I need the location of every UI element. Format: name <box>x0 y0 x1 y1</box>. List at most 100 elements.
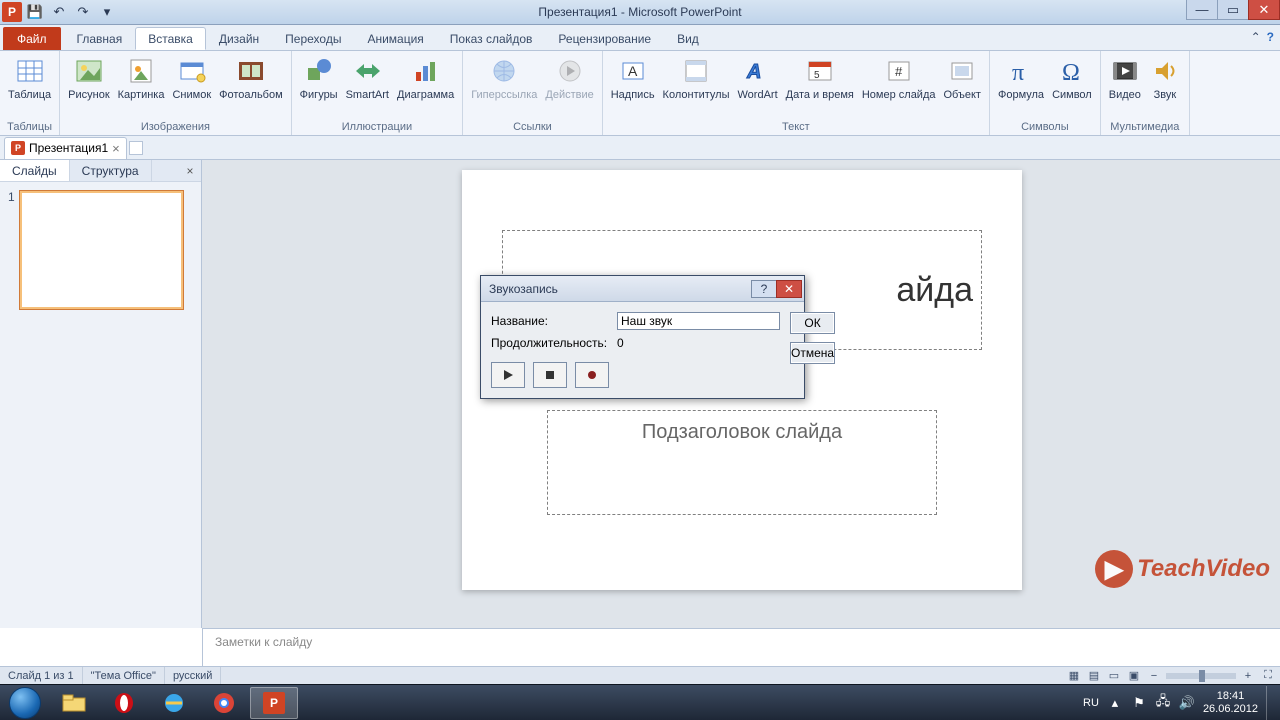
album-button[interactable]: Фотоальбом <box>215 53 287 104</box>
tab-Показ слайдов[interactable]: Показ слайдов <box>437 27 546 50</box>
slides-tab[interactable]: Слайды <box>0 160 70 181</box>
clip-button[interactable]: Картинка <box>114 53 169 104</box>
ribbon-group-label: Текст <box>782 121 810 135</box>
duration-value: 0 <box>617 336 624 350</box>
subtitle-placeholder[interactable]: Подзаголовок слайда <box>547 410 937 515</box>
tab-Рецензирование[interactable]: Рецензирование <box>545 27 664 50</box>
zoom-in-button[interactable]: + <box>1240 669 1256 683</box>
ribbon-group-Мультимедиа: ВидеоЗвукМультимедиа <box>1101 51 1190 135</box>
tab-Дизайн[interactable]: Дизайн <box>206 27 272 50</box>
input-language[interactable]: RU <box>1083 697 1099 709</box>
table-button[interactable]: Таблица <box>4 53 55 104</box>
ribbon-button-label: WordArt <box>738 89 778 102</box>
object-button[interactable]: Объект <box>940 53 985 104</box>
new-document-button[interactable] <box>129 141 143 155</box>
equation-button[interactable]: πФормула <box>994 53 1048 104</box>
action-center-icon[interactable]: ⚑ <box>1131 695 1147 711</box>
ie-taskbar-button[interactable] <box>150 687 198 719</box>
opera-taskbar-button[interactable] <box>100 687 148 719</box>
tab-Переходы[interactable]: Переходы <box>272 27 354 50</box>
explorer-taskbar-button[interactable] <box>50 687 98 719</box>
ribbon-minimize-button[interactable]: ⌃ <box>1251 30 1261 44</box>
tray-chevron-icon[interactable]: ▴ <box>1107 695 1123 711</box>
textbox-button[interactable]: AНадпись <box>607 53 659 104</box>
ribbon-group-Текст: AНадписьКолонтитулыAWordArt5Дата и время… <box>603 51 990 135</box>
close-button[interactable]: ✕ <box>1248 0 1280 20</box>
redo-button[interactable]: ↷ <box>72 2 94 22</box>
wordart-button[interactable]: AWordArt <box>734 53 782 104</box>
start-button[interactable] <box>2 686 48 720</box>
symbol-button[interactable]: ΩСимвол <box>1048 53 1096 104</box>
theme-indicator: "Тема Office" <box>83 667 165 684</box>
ribbon-group-label: Символы <box>1021 121 1069 135</box>
language-indicator[interactable]: русский <box>165 667 221 684</box>
network-icon[interactable]: 🖧 <box>1155 695 1171 711</box>
fit-button[interactable]: ⛶ <box>1260 669 1276 683</box>
cancel-button[interactable]: Отмена <box>790 342 835 364</box>
watermark: ▶TeachVideo <box>1095 550 1270 588</box>
tab-Вид[interactable]: Вид <box>664 27 712 50</box>
file-tab[interactable]: Файл <box>3 27 61 50</box>
headerfooter-button[interactable]: Колонтитулы <box>659 53 734 104</box>
powerpoint-icon: P <box>11 141 25 155</box>
picture-icon <box>73 55 105 87</box>
normal-view-button[interactable]: ▦ <box>1066 669 1082 683</box>
save-button[interactable]: 💾 <box>24 2 46 22</box>
outline-tab[interactable]: Структура <box>70 160 152 181</box>
slidenum-button[interactable]: #Номер слайда <box>858 53 940 104</box>
qat-more-button[interactable]: ▾ <box>96 2 118 22</box>
ok-button[interactable]: ОК <box>790 312 835 334</box>
ribbon-group-Таблицы: Таблица Таблицы <box>0 51 60 135</box>
help-button[interactable]: ? <box>1267 30 1274 44</box>
ribbon-button-label: Диаграмма <box>397 89 454 102</box>
tab-Главная[interactable]: Главная <box>64 27 136 50</box>
slide-number: 1 <box>8 190 15 310</box>
clock[interactable]: 18:4126.06.2012 <box>1203 690 1258 715</box>
symbol-icon: Ω <box>1056 55 1088 87</box>
volume-icon[interactable]: 🔊 <box>1179 695 1195 711</box>
document-tab[interactable]: P Презентация1 × <box>4 137 127 159</box>
slideshow-button[interactable]: ▣ <box>1126 669 1142 683</box>
minimize-button[interactable]: — <box>1186 0 1218 20</box>
chrome-taskbar-button[interactable] <box>200 687 248 719</box>
ribbon-button-label: Таблица <box>8 89 51 102</box>
powerpoint-taskbar-button[interactable]: P <box>250 687 298 719</box>
smartart-button[interactable]: SmartArt <box>342 53 393 104</box>
taskbar: P RU ▴ ⚑ 🖧 🔊 18:4126.06.2012 <box>0 684 1280 720</box>
tab-Анимация[interactable]: Анимация <box>354 27 436 50</box>
chart-button[interactable]: Диаграмма <box>393 53 458 104</box>
zoom-slider[interactable] <box>1166 673 1236 679</box>
notes-pane[interactable]: Заметки к слайду <box>202 628 1280 666</box>
stop-button[interactable] <box>533 362 567 388</box>
dialog-title-bar[interactable]: Звукозапись ? ✕ <box>481 276 804 302</box>
dialog-title: Звукозапись <box>489 282 558 296</box>
play-button[interactable] <box>491 362 525 388</box>
duration-label: Продолжительность: <box>491 336 617 350</box>
audio-button[interactable]: Звук <box>1145 53 1185 104</box>
close-panel-icon[interactable]: × <box>179 160 201 181</box>
ribbon-group-Иллюстрации: ФигурыSmartArt Диаграмма Иллюстрации <box>292 51 464 135</box>
picture-button[interactable]: Рисунок <box>64 53 114 104</box>
zoom-out-button[interactable]: − <box>1146 669 1162 683</box>
slide-thumbnail[interactable]: 1 <box>8 190 193 310</box>
close-document-icon[interactable]: × <box>112 141 120 156</box>
dialog-help-button[interactable]: ? <box>751 280 777 298</box>
undo-button[interactable]: ↶ <box>48 2 70 22</box>
video-button[interactable]: Видео <box>1105 53 1145 104</box>
sorter-view-button[interactable]: ▤ <box>1086 669 1102 683</box>
name-label: Название: <box>491 314 617 328</box>
name-input[interactable] <box>617 312 780 330</box>
datetime-button[interactable]: 5Дата и время <box>782 53 858 104</box>
ribbon-group-label: Таблицы <box>7 121 52 135</box>
tab-Вставка[interactable]: Вставка <box>135 27 206 50</box>
reading-view-button[interactable]: ▭ <box>1106 669 1122 683</box>
screenshot-button[interactable]: Снимок <box>168 53 215 104</box>
ribbon-group-Ссылки: ГиперссылкаДействиеСсылки <box>463 51 603 135</box>
video-icon <box>1109 55 1141 87</box>
dialog-close-button[interactable]: ✕ <box>776 280 802 298</box>
ribbon-group-label: Иллюстрации <box>342 121 412 135</box>
record-button[interactable] <box>575 362 609 388</box>
show-desktop-button[interactable] <box>1266 686 1274 720</box>
maximize-button[interactable]: ▭ <box>1217 0 1249 20</box>
shapes-button[interactable]: Фигуры <box>296 53 342 104</box>
